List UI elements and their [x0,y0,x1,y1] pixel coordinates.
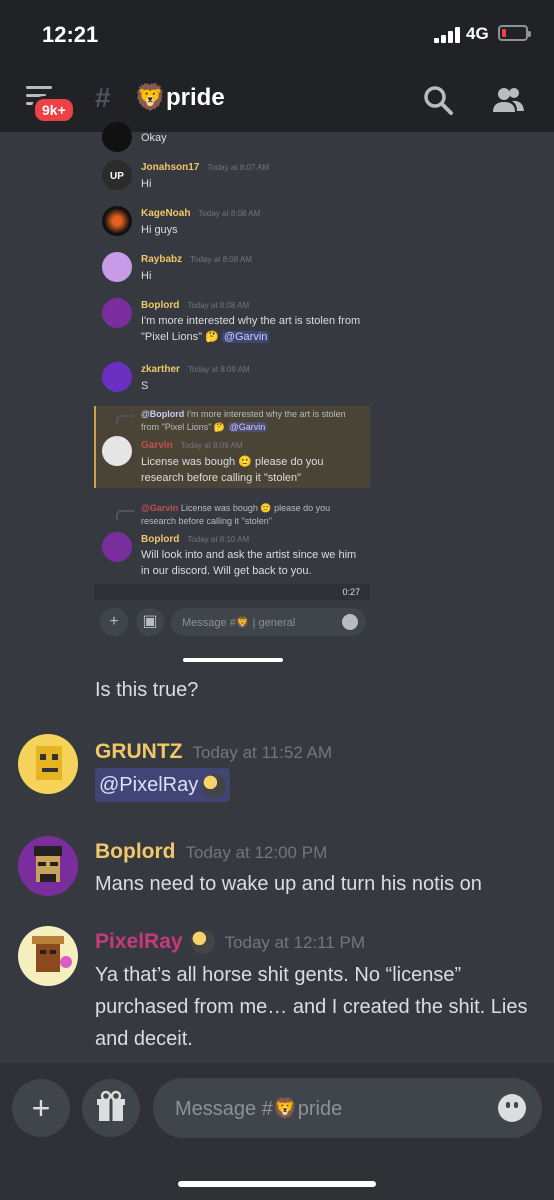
message-composer: + Message #🦁pride [0,1063,554,1200]
message-input[interactable]: Message #🦁pride [153,1078,542,1138]
status-bar: 12:21 4G [0,0,554,70]
emoji-icon[interactable] [498,1094,526,1122]
members-icon[interactable] [490,82,526,118]
message-author[interactable]: PixelRay Today at 12:11 PM [95,930,366,955]
unread-badge: 9k+ [32,96,76,124]
avatar [102,206,132,236]
signal-icon [434,27,460,43]
gift-icon: ▣ [136,608,164,636]
message-author[interactable]: GRUNTZ Today at 11:52 AM [95,740,332,764]
emoji-icon [342,614,358,630]
video-progress-bar: 0:27 [94,584,370,600]
battery-icon [498,25,531,41]
image-drag-handle [183,658,283,662]
video-time: 0:27 [342,587,360,597]
avatar [102,362,132,392]
message-timestamp: Today at 12:11 PM [224,933,366,952]
avatar [102,298,132,328]
moon-avatar-icon [190,930,215,955]
plus-icon: + [100,608,128,636]
home-indicator[interactable] [178,1181,376,1187]
clock: 12:21 [42,22,99,47]
network-type: 4G [466,24,489,43]
avatar [102,122,132,152]
message-text: Mans need to wake up and turn his notis … [95,873,482,895]
message-timestamp: Today at 12:00 PM [185,843,328,862]
gift-icon[interactable] [82,1079,140,1137]
message-text: Is this true? [95,679,199,701]
channel-emoji: 🦁 [134,82,167,112]
moon-avatar-icon [202,773,227,798]
message-placeholder: Message #🦁pride [175,1098,343,1120]
avatar [102,252,132,282]
plus-icon[interactable]: + [12,1079,70,1137]
channel-name: pride [166,84,225,111]
message-author[interactable]: Boplord Today at 12:00 PM [95,840,327,864]
user-mention[interactable]: @PixelRay [95,768,231,802]
avatar[interactable] [18,734,78,794]
search-icon[interactable] [420,82,456,118]
avatar: UP [102,160,132,190]
channel-header: 9k+ # 🦁 pride [0,70,554,132]
message-timestamp: Today at 11:52 AM [192,743,333,762]
locked-channel-icon: # [95,82,111,113]
message-text: Ya that’s all horse shit gents. No “lice… [95,964,528,1050]
embedded-message-field: Message #🦁 | general [171,608,366,636]
avatar [102,532,132,562]
avatar [102,436,132,466]
avatar[interactable] [18,836,78,896]
embedded-screenshot: Okay UP Jonahson17 Today at 8:07 AM Hi Ka… [94,122,370,640]
embedded-composer: + ▣ Message #🦁 | general [100,608,366,636]
avatar[interactable] [18,926,78,986]
